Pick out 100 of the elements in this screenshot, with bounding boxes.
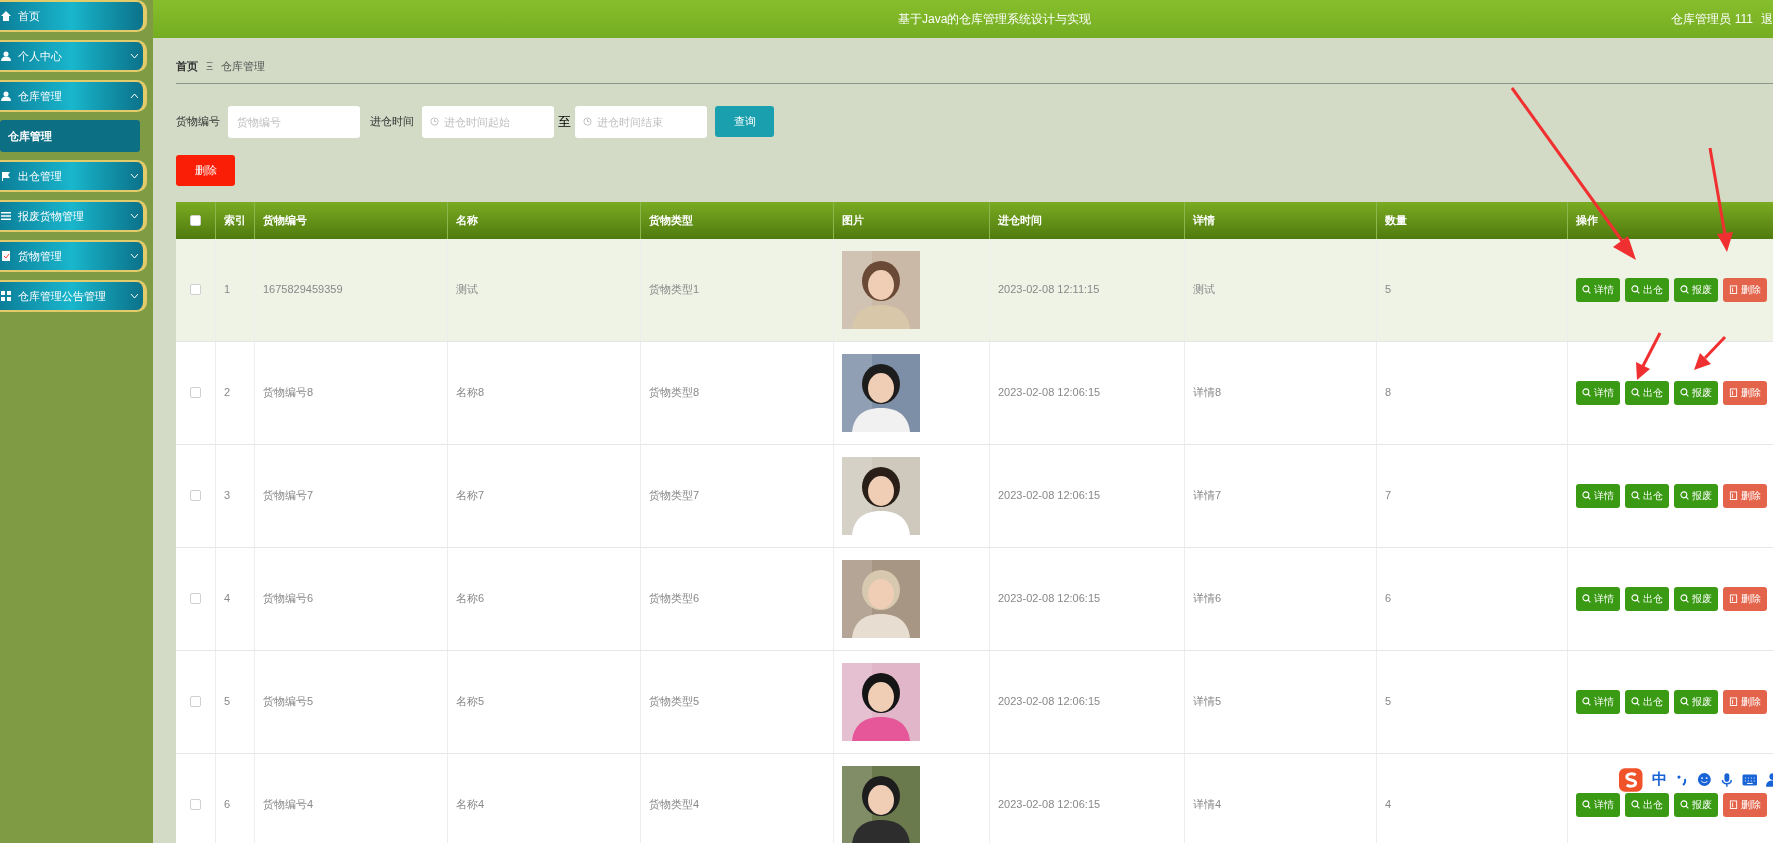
delete-button[interactable]: 删除 <box>1723 380 1767 405</box>
action-button[interactable]: 详情 <box>1576 586 1620 611</box>
action-button[interactable]: 报废 <box>1674 380 1718 405</box>
chevron-down-icon <box>130 173 139 179</box>
field-label: 进仓时间 <box>370 114 414 130</box>
checkbox[interactable] <box>190 696 201 707</box>
microphone-icon[interactable] <box>1720 771 1733 788</box>
checkbox[interactable] <box>190 387 201 398</box>
table-cell-text: 名称6 <box>456 591 485 607</box>
action-button[interactable]: 出仓 <box>1625 689 1669 714</box>
search-icon <box>1631 285 1640 294</box>
action-button[interactable]: 报废 <box>1674 689 1718 714</box>
breadcrumb-link[interactable]: 首页 <box>176 58 198 75</box>
action-button[interactable]: 详情 <box>1576 380 1620 405</box>
menu-item[interactable]: 仓库管理公告管理 <box>0 280 147 312</box>
list-icon <box>0 210 12 222</box>
action-button[interactable]: 详情 <box>1576 689 1620 714</box>
menu-item[interactable]: 首页 <box>0 0 147 32</box>
table-cell-text: 5 <box>224 694 231 710</box>
menu-item[interactable]: 仓库管理 <box>0 80 147 112</box>
delete-button[interactable]: 删除 <box>1723 277 1767 302</box>
table-cell-text: 货物类型5 <box>649 694 700 710</box>
action-button[interactable]: 出仓 <box>1625 586 1669 611</box>
column-header: 详情 <box>1185 201 1377 239</box>
delete-button[interactable]: 删除 <box>176 154 235 186</box>
table-cell-text: 详情5 <box>1193 694 1222 710</box>
checkbox[interactable] <box>190 799 201 810</box>
checkbox[interactable] <box>190 214 201 226</box>
home-icon <box>0 10 12 22</box>
action-button[interactable]: 报废 <box>1674 586 1718 611</box>
table-cell-text: 名称4 <box>456 797 485 813</box>
table-cell-text: 2023-02-08 12:11:15 <box>998 282 1100 298</box>
action-button[interactable]: 详情 <box>1576 483 1620 508</box>
table-cell-text: 2023-02-08 12:06:15 <box>998 488 1101 504</box>
action-button[interactable]: 报废 <box>1674 792 1718 817</box>
menu-item[interactable]: 报废货物管理 <box>0 200 147 232</box>
field-label: 货物编号 <box>176 114 220 130</box>
table-cell-text: 1675829459359 <box>263 282 343 298</box>
table-cell-text: 货物编号5 <box>263 694 314 710</box>
table-cell-text: 名称7 <box>456 488 485 504</box>
menu-item[interactable]: 出仓管理 <box>0 160 147 192</box>
ime-mode[interactable]: 中 <box>1652 768 1668 791</box>
chevron-up-icon <box>130 93 139 99</box>
delete-button[interactable]: 删除 <box>1723 586 1767 611</box>
table-cell-text: 货物编号7 <box>263 488 314 504</box>
search-icon <box>1680 800 1689 809</box>
table-cell-text: 货物编号6 <box>263 591 314 607</box>
table-cell-text: 2023-02-08 12:06:15 <box>998 694 1101 710</box>
checkbox[interactable] <box>190 490 201 501</box>
table-cell-text: 8 <box>1385 385 1392 401</box>
table-cell-text: 货物类型4 <box>649 797 700 813</box>
table-cell-text: 5 <box>1385 282 1392 298</box>
annotation-arrow <box>1636 332 1662 380</box>
table-cell-text: 货物类型8 <box>649 385 700 401</box>
emoji-icon[interactable] <box>1697 772 1712 787</box>
search-icon <box>1631 594 1640 603</box>
user-icon <box>0 50 12 62</box>
column-header: 名称 <box>448 201 641 239</box>
trash-icon <box>1729 285 1738 294</box>
action-button[interactable]: 报废 <box>1674 483 1718 508</box>
checkbox[interactable] <box>190 593 201 604</box>
table-row[interactable]: 1 1675829459359 测试 货物类型1 2023-02-08 12:11:15 测试 5 详情 出仓 报废 删除 <box>176 238 1773 342</box>
action-button[interactable]: 出仓 <box>1625 277 1669 302</box>
range-separator: 至 <box>558 112 571 131</box>
action-button[interactable]: 出仓 <box>1625 483 1669 508</box>
breadcrumb-current: 仓库管理 <box>221 59 266 74</box>
trash-icon <box>1729 697 1738 706</box>
table-row[interactable]: 4 货物编号6 名称6 货物类型6 2023-02-08 12:06:15 详情6 6 详情 出仓 报废 删除 <box>176 547 1773 651</box>
search-icon <box>1582 388 1591 397</box>
query-button[interactable]: 查询 <box>715 106 774 137</box>
search-icon <box>1631 697 1640 706</box>
action-button[interactable]: 详情 <box>1576 277 1620 302</box>
table-cell-text: 7 <box>1385 488 1392 504</box>
trash-icon <box>1729 491 1738 500</box>
delete-button[interactable]: 删除 <box>1723 792 1767 817</box>
delete-button[interactable]: 删除 <box>1723 689 1767 714</box>
column-header: 货物编号 <box>255 201 448 239</box>
checkbox[interactable] <box>190 284 201 295</box>
action-button[interactable]: 报废 <box>1674 277 1718 302</box>
table-cell-text: 4 <box>224 591 231 607</box>
table-cell-text: 名称8 <box>456 385 485 401</box>
document-icon <box>0 250 12 262</box>
search-icon <box>1582 491 1591 500</box>
submenu-item[interactable]: 仓库管理 <box>0 120 140 152</box>
action-button[interactable]: 出仓 <box>1625 792 1669 817</box>
logout-link[interactable]: 退 <box>1761 10 1773 28</box>
chevron-down-icon <box>130 253 139 259</box>
menu-item[interactable]: 货物管理 <box>0 240 147 272</box>
table-cell-text: 测试 <box>456 282 478 298</box>
grid-icon <box>0 290 12 302</box>
table-cell-text: 1 <box>224 282 231 298</box>
table-row[interactable]: 3 货物编号7 名称7 货物类型7 2023-02-08 12:06:15 详情7 7 详情 出仓 报废 删除 <box>176 444 1773 548</box>
delete-button[interactable]: 删除 <box>1723 483 1767 508</box>
action-button[interactable]: 出仓 <box>1625 380 1669 405</box>
table-row[interactable]: 5 货物编号5 名称5 货物类型5 2023-02-08 12:06:15 详情5 5 详情 出仓 报废 删除 <box>176 650 1773 754</box>
keyboard-icon[interactable] <box>1741 773 1758 786</box>
table-cell-text: 3 <box>224 488 231 504</box>
menu-item[interactable]: 个人中心 <box>0 40 147 72</box>
table-row[interactable]: 2 货物编号8 名称8 货物类型8 2023-02-08 12:06:15 详情8 8 详情 出仓 报废 删除 <box>176 341 1773 445</box>
action-button[interactable]: 详情 <box>1576 792 1620 817</box>
